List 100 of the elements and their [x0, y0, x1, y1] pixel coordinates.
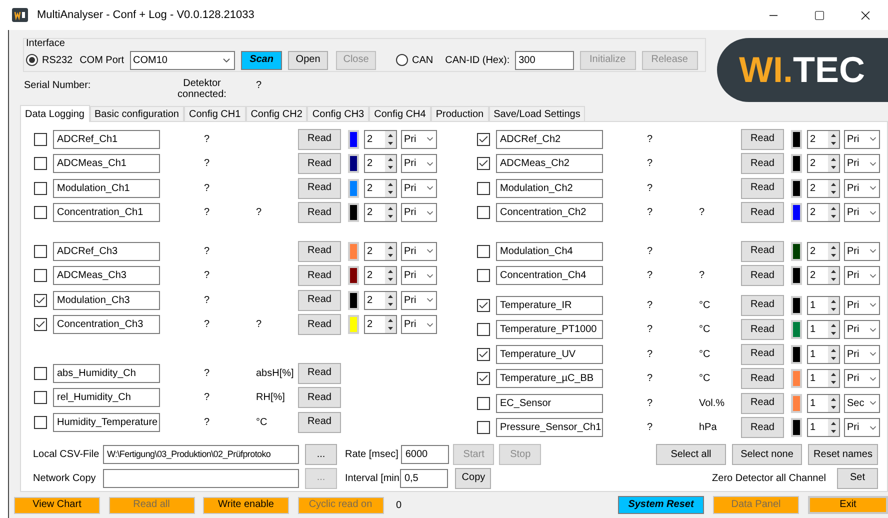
decimals-spinner[interactable]: 1: [807, 418, 840, 438]
channel-name-field[interactable]: Modulation_Ch2: [496, 178, 603, 198]
mode-dropdown[interactable]: Pri: [844, 344, 880, 364]
mode-dropdown[interactable]: Pri: [401, 266, 437, 286]
checkbox[interactable]: [477, 269, 490, 282]
tab[interactable]: Production: [430, 106, 489, 121]
maximize-icon[interactable]: [814, 10, 824, 20]
spinner-arrows-icon[interactable]: [828, 296, 839, 314]
channel-name-field[interactable]: rel_Humidity_Ch: [53, 388, 160, 408]
spinner-arrows-icon[interactable]: [828, 321, 839, 338]
color-swatch[interactable]: [791, 203, 802, 222]
channel-name-field[interactable]: ADCMeas_Ch1: [53, 154, 160, 174]
spinner-arrows-icon[interactable]: [828, 370, 839, 388]
tab[interactable]: Config CH1: [184, 106, 246, 121]
action-button[interactable]: Write enable: [203, 496, 289, 514]
browse-button[interactable]: ...: [305, 444, 337, 465]
radio-icon[interactable]: [26, 54, 38, 66]
channel-name-field[interactable]: Temperature_IR: [496, 296, 603, 315]
spinner-arrows-icon[interactable]: [385, 292, 396, 309]
checkbox[interactable]: [477, 157, 490, 170]
spinner-arrows-icon[interactable]: [828, 180, 839, 197]
decimals-spinner[interactable]: 2: [807, 154, 840, 174]
color-swatch[interactable]: [791, 344, 802, 364]
channel-name-field[interactable]: ADCRef_Ch1: [53, 130, 160, 149]
read-button[interactable]: Read: [298, 240, 341, 262]
channel-name-field[interactable]: EC_Sensor: [496, 394, 603, 413]
decimals-spinner[interactable]: 1: [807, 344, 840, 364]
read-button[interactable]: Read: [298, 178, 341, 199]
selection-button[interactable]: Select all: [656, 444, 726, 465]
action-button[interactable]: Exit: [808, 496, 888, 514]
channel-name-field[interactable]: Concentration_Ch1: [53, 203, 160, 222]
decimals-spinner[interactable]: 1: [807, 394, 840, 413]
read-button[interactable]: Read: [298, 362, 341, 384]
decimals-spinner[interactable]: 2: [364, 203, 397, 222]
read-button[interactable]: Read: [741, 265, 784, 286]
mode-dropdown[interactable]: Pri: [401, 315, 437, 334]
mode-dropdown[interactable]: Pri: [401, 203, 437, 222]
mode-dropdown[interactable]: Pri: [844, 320, 880, 340]
channel-name-field[interactable]: Pressure_Sensor_Ch1: [496, 418, 603, 438]
spinner-arrows-icon[interactable]: [828, 267, 839, 284]
mode-dropdown[interactable]: Pri: [844, 178, 880, 198]
interval-field[interactable]: 0,5: [400, 468, 448, 488]
color-swatch[interactable]: [348, 315, 359, 334]
mode-dropdown[interactable]: Pri: [844, 242, 880, 261]
spinner-arrows-icon[interactable]: [828, 204, 839, 222]
channel-name-field[interactable]: Temperature_µC_BB: [496, 369, 603, 388]
color-swatch[interactable]: [791, 296, 802, 315]
checkbox[interactable]: [477, 372, 490, 386]
mode-dropdown[interactable]: Pri: [844, 154, 880, 174]
decimals-spinner[interactable]: 1: [807, 320, 840, 340]
read-button[interactable]: Read: [741, 153, 784, 174]
mode-dropdown[interactable]: Pri: [844, 130, 880, 149]
checkbox[interactable]: [34, 294, 47, 307]
color-swatch[interactable]: [348, 130, 359, 149]
spinner-arrows-icon[interactable]: [385, 155, 396, 172]
mode-dropdown[interactable]: Pri: [844, 418, 880, 438]
set-button[interactable]: Set: [837, 468, 878, 488]
channel-name-field[interactable]: ADCMeas_Ch2: [496, 154, 603, 174]
spinner-arrows-icon[interactable]: [385, 267, 396, 284]
decimals-spinner[interactable]: 2: [807, 178, 840, 198]
read-button[interactable]: Read: [741, 128, 784, 150]
checkbox[interactable]: [34, 318, 47, 332]
color-swatch[interactable]: [791, 320, 802, 340]
read-button[interactable]: Read: [741, 294, 784, 316]
checkbox[interactable]: [477, 396, 490, 410]
scan-button[interactable]: Scan: [241, 50, 282, 70]
spinner-arrows-icon[interactable]: [385, 242, 396, 260]
action-button[interactable]: View Chart: [14, 496, 100, 514]
color-swatch[interactable]: [791, 242, 802, 261]
read-button[interactable]: Read: [741, 392, 784, 414]
checkbox[interactable]: [477, 132, 490, 146]
channel-name-field[interactable]: Modulation_Ch1: [53, 178, 160, 198]
decimals-spinner[interactable]: 2: [807, 130, 840, 149]
decimals-spinner[interactable]: 2: [364, 266, 397, 286]
decimals-spinner[interactable]: 2: [364, 178, 397, 198]
decimals-spinner[interactable]: 2: [807, 242, 840, 261]
decimals-spinner[interactable]: 2: [807, 203, 840, 222]
rate-field[interactable]: 6000: [401, 445, 450, 464]
decimals-spinner[interactable]: 2: [364, 315, 397, 334]
mode-dropdown[interactable]: Pri: [401, 154, 437, 174]
selection-button[interactable]: Reset names: [808, 444, 878, 465]
decimals-spinner[interactable]: 1: [807, 369, 840, 388]
channel-name-field[interactable]: Modulation_Ch4: [496, 242, 603, 261]
can-id-field[interactable]: 300: [514, 50, 574, 70]
checkbox[interactable]: [34, 206, 47, 220]
read-button[interactable]: Read: [298, 290, 341, 311]
tab[interactable]: Save/Load Settings: [488, 106, 586, 121]
mode-dropdown[interactable]: Pri: [401, 130, 437, 149]
checkbox[interactable]: [34, 366, 47, 380]
mode-dropdown[interactable]: Pri: [401, 178, 437, 198]
read-button[interactable]: Read: [298, 387, 341, 408]
spinner-arrows-icon[interactable]: [828, 242, 839, 260]
color-swatch[interactable]: [791, 418, 802, 438]
selection-button[interactable]: Select none: [732, 444, 802, 465]
checkbox[interactable]: [34, 182, 47, 195]
tab[interactable]: Config CH2: [246, 106, 308, 121]
checkbox[interactable]: [34, 157, 47, 170]
read-button[interactable]: Read: [741, 368, 784, 390]
mode-dropdown[interactable]: Pri: [844, 369, 880, 388]
color-swatch[interactable]: [348, 242, 359, 261]
